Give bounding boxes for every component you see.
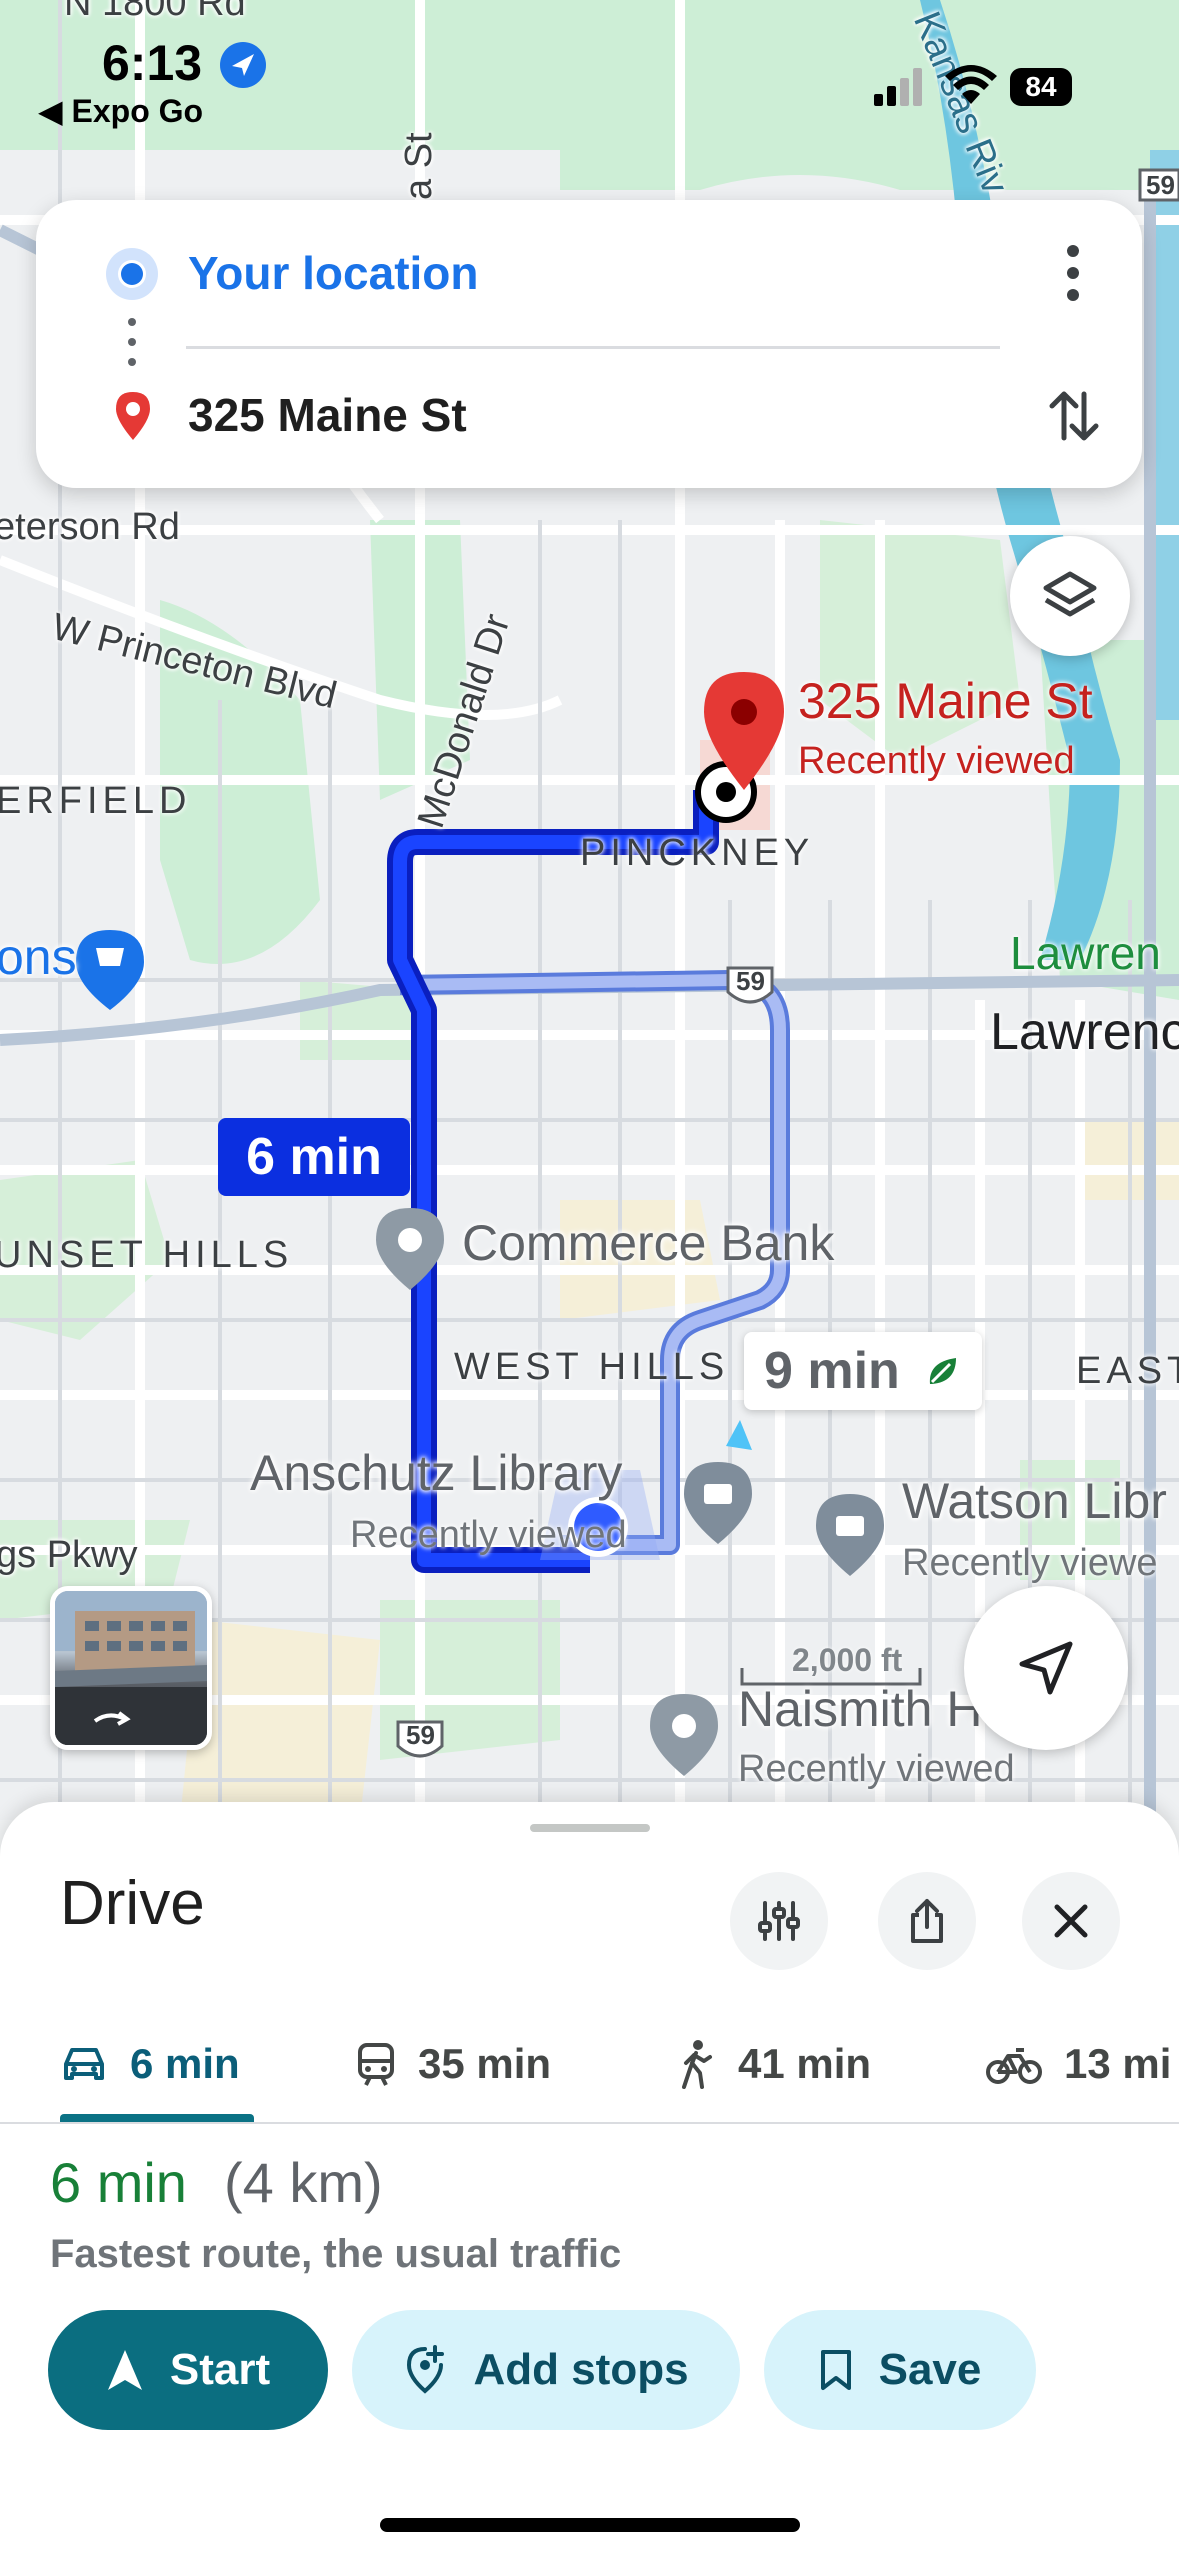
route-description: Fastest route, the usual traffic [50, 2232, 622, 2276]
poi-watson-library[interactable]: Watson Libr [902, 1472, 1167, 1530]
tab-walk-label: 41 min [738, 2040, 872, 2087]
route-options-button[interactable] [730, 1872, 828, 1970]
road-label: a St [398, 132, 440, 200]
tab-selected-indicator [60, 2114, 254, 2122]
walk-icon [682, 2040, 712, 2089]
tab-bike-label: 13 mi [1064, 2040, 1172, 2087]
battery-indicator: 84 [1010, 68, 1072, 106]
highway-shield-label: 59 [406, 1720, 435, 1750]
start-button[interactable]: Start [48, 2310, 328, 2430]
navigation-arrow-icon [1019, 1641, 1073, 1695]
sheet-title: Drive [60, 1869, 205, 1938]
map-layers-button[interactable] [1010, 536, 1130, 656]
map-view[interactable]: N 1800 Rd eterson Rd W Princeton Blvd Mc… [0, 0, 1179, 1820]
poi-anschutz-sub: Recently viewed [350, 1514, 627, 1556]
tab-drive-label: 6 min [130, 2040, 240, 2087]
add-stops-label: Add stops [473, 2345, 689, 2394]
more-options-icon[interactable] [1066, 244, 1080, 302]
layers-icon [1043, 571, 1097, 617]
poi-store[interactable]: ons [0, 928, 77, 986]
street-view-thumbnail[interactable] [50, 1586, 212, 1750]
road-label: gs Pkwy [0, 1534, 138, 1576]
status-time: 6:13 [102, 35, 203, 91]
poi-commerce-bank[interactable]: Commerce Bank [462, 1214, 834, 1272]
area-label: PINCKNEY [580, 832, 815, 874]
area-label: EAST [1076, 1350, 1179, 1392]
scale-label: 2,000 ft [792, 1642, 903, 1678]
road-label: eterson Rd [0, 506, 180, 548]
poi-watson-sub: Recently viewe [902, 1542, 1158, 1584]
poi-naismith[interactable]: Naismith H [738, 1680, 982, 1738]
recenter-button[interactable] [964, 1586, 1128, 1750]
card-divider [186, 346, 1000, 349]
area-label: WEST HILLS [454, 1346, 730, 1388]
share-icon [911, 1899, 943, 1943]
sheet-drag-handle[interactable] [530, 1824, 650, 1832]
destination-sub: Recently viewed [798, 740, 1075, 782]
street-view-image [55, 1591, 207, 1745]
eco-leaf-icon [930, 1358, 957, 1384]
highway-shield-label: 59 [1146, 170, 1175, 200]
location-arrow-icon [220, 42, 266, 88]
poi-naismith-sub: Recently viewed [738, 1748, 1015, 1790]
start-button-label: Start [169, 2345, 271, 2394]
primary-route-time[interactable]: 6 min [218, 1118, 410, 1196]
destination-label[interactable]: 325 Maine St [798, 672, 1093, 730]
tab-drive[interactable]: 6 min [60, 2024, 240, 2104]
alt-route-time[interactable]: 9 min [744, 1332, 982, 1410]
save-button[interactable]: Save [764, 2310, 1036, 2430]
city-label: Lawrenc [990, 1003, 1179, 1061]
city-label-green: Lawren [1010, 927, 1161, 979]
tune-sliders-icon [758, 1901, 800, 1941]
origin-dot-icon [106, 248, 158, 300]
highway-shield-label: 59 [736, 966, 765, 996]
wifi-icon [945, 65, 997, 104]
route-input-card: Your location 325 Maine St [36, 200, 1142, 488]
navigation-start-icon [107, 2350, 142, 2390]
swap-direction-icon[interactable] [1046, 384, 1102, 448]
close-button[interactable] [1022, 1872, 1120, 1970]
road-label: N 1800 Rd [64, 0, 246, 24]
route-distance: (4 km) [224, 2151, 383, 2214]
connector-dots-icon [128, 318, 136, 366]
back-to-app-link[interactable]: ◀ Expo Go [38, 92, 203, 130]
tabs-divider [0, 2122, 1179, 2124]
alt-route-time-label: 9 min [764, 1342, 900, 1400]
destination-field[interactable]: 325 Maine St [188, 388, 467, 442]
cellular-signal-icon [874, 68, 922, 106]
car-icon [64, 2048, 104, 2080]
train-icon [358, 2043, 394, 2086]
area-label: UNSET HILLS [0, 1234, 294, 1276]
area-label: ERFIELD [0, 780, 192, 822]
tab-bike[interactable]: 13 mi [986, 2024, 1171, 2104]
origin-field[interactable]: Your location [188, 246, 479, 300]
add-stops-button[interactable]: Add stops [352, 2310, 740, 2430]
tab-transit[interactable]: 35 min [356, 2024, 551, 2104]
poi-anschutz-library[interactable]: Anschutz Library [250, 1444, 622, 1502]
add-location-icon [407, 2345, 445, 2394]
tab-walk[interactable]: 41 min [676, 2024, 871, 2104]
save-button-label: Save [878, 2345, 982, 2394]
destination-pin-icon [116, 392, 150, 440]
close-icon [1054, 1904, 1088, 1938]
tab-transit-label: 35 min [418, 2040, 552, 2087]
directions-sheet: Drive 6 min 35 min 41 min 13 mi 6 min (4… [0, 1802, 1179, 2556]
home-indicator[interactable] [380, 2518, 800, 2532]
bookmark-icon [820, 2350, 851, 2390]
bicycle-icon [986, 2048, 1042, 2084]
share-button[interactable] [878, 1872, 976, 1970]
route-duration: 6 min [50, 2151, 187, 2214]
